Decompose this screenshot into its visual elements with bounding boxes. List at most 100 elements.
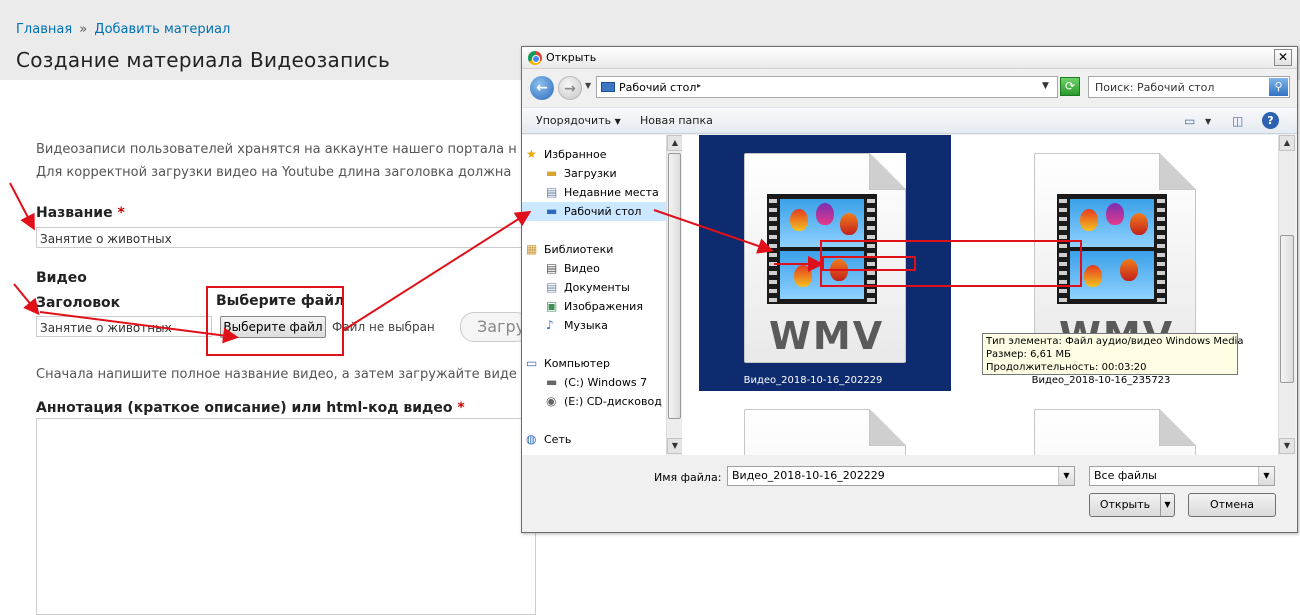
- video-label: Видео: [36, 270, 87, 286]
- dialog-titlebar[interactable]: Открыть ✕: [522, 47, 1297, 69]
- filename-value: Видео_2018-10-16_202229: [732, 469, 885, 482]
- nav-drive-c-label: (C:) Windows 7: [564, 376, 648, 389]
- breadcrumb-add-link[interactable]: Добавить материал: [94, 22, 230, 37]
- video-library-icon: ▤: [546, 261, 558, 275]
- file-type-select[interactable]: Все файлы ▼: [1089, 466, 1275, 486]
- required-mark: *: [117, 205, 125, 221]
- new-folder-button[interactable]: Новая папка: [640, 114, 713, 127]
- choose-file-button[interactable]: Выберите файл: [220, 316, 326, 338]
- open-button[interactable]: Открыть ▼: [1089, 493, 1175, 517]
- nav-music-label: Музыка: [564, 319, 608, 332]
- balloon-icon: [794, 265, 812, 287]
- view-icon[interactable]: ▭: [1184, 114, 1195, 128]
- organize-label: Упорядочить: [536, 114, 612, 127]
- file-type-value: Все файлы: [1094, 469, 1157, 482]
- nav-documents[interactable]: ▤ Документы: [522, 278, 668, 297]
- file-icon-partial[interactable]: [1034, 409, 1196, 455]
- nav-desktop-label: Рабочий стол: [564, 205, 642, 218]
- nav-scroll-up-icon[interactable]: ▲: [667, 135, 683, 151]
- nav-music[interactable]: ♪ Музыка: [522, 316, 668, 335]
- refresh-icon[interactable]: ⟳: [1060, 77, 1080, 96]
- film-frame: [1070, 199, 1154, 247]
- arrow-to-name: [9, 182, 35, 231]
- back-arrow-icon[interactable]: ←: [530, 76, 554, 100]
- address-row: ← → ▼ Рабочий стол ▸ ▼ ⟳ Поиск: Рабочий …: [522, 71, 1297, 103]
- file-icon-partial[interactable]: [744, 409, 906, 455]
- nav-video[interactable]: ▤ Видео: [522, 259, 668, 278]
- nav-recent[interactable]: ▤ Недавние места: [522, 183, 668, 202]
- history-dropdown-icon[interactable]: ▼: [585, 81, 591, 90]
- close-icon[interactable]: ✕: [1274, 49, 1292, 66]
- nav-favorites[interactable]: ★ Избранное: [522, 145, 668, 164]
- files-scroll-up-icon[interactable]: ▲: [1279, 135, 1295, 151]
- nav-network[interactable]: ◍ Сеть: [522, 430, 668, 449]
- nav-libraries[interactable]: ▦ Библиотеки: [522, 240, 668, 259]
- organize-dropdown-icon: ▼: [614, 117, 621, 126]
- preview-pane-icon[interactable]: ◫: [1232, 114, 1243, 128]
- nav-video-label: Видео: [564, 262, 600, 275]
- nav-scroll-down-icon[interactable]: ▼: [667, 438, 683, 454]
- cancel-button[interactable]: Отмена: [1188, 493, 1276, 517]
- nav-scrollbar[interactable]: ▲ ▼: [666, 135, 683, 455]
- chrome-icon: [528, 51, 542, 65]
- open-file-dialog: Открыть ✕ ← → ▼ Рабочий стол ▸ ▼ ⟳ Поиск…: [521, 46, 1298, 533]
- computer-icon: ▭: [526, 356, 538, 370]
- nav-recent-label: Недавние места: [564, 186, 659, 199]
- file-type-dropdown-icon[interactable]: ▼: [1258, 467, 1274, 485]
- drive-c-icon: ▬: [546, 375, 558, 389]
- files-scroll-thumb[interactable]: [1280, 235, 1294, 383]
- nav-documents-label: Документы: [564, 281, 630, 294]
- nav-computer[interactable]: ▭ Компьютер: [522, 354, 668, 373]
- view-dropdown-icon[interactable]: ▼: [1205, 117, 1211, 126]
- name-input[interactable]: Занятие о животных: [36, 227, 526, 248]
- nav-downloads[interactable]: ▬ Загрузки: [522, 164, 668, 183]
- star-icon: ★: [526, 147, 537, 161]
- filename-dropdown-icon[interactable]: ▼: [1058, 467, 1074, 485]
- nav-desktop[interactable]: ▬ Рабочий стол: [522, 202, 668, 221]
- arrow-to-heading: [13, 283, 40, 316]
- no-file-text: Файл не выбран: [332, 320, 435, 334]
- nav-libraries-label: Библиотеки: [544, 243, 614, 256]
- heading-input[interactable]: Занятие о животных: [36, 316, 212, 337]
- annotation-label-text: Аннотация (краткое описание) или html-ко…: [36, 400, 453, 416]
- nav-scroll-thumb[interactable]: [668, 153, 681, 419]
- breadcrumb-home-link[interactable]: Главная: [16, 22, 72, 37]
- address-chevron-icon[interactable]: ▸: [697, 81, 701, 90]
- organize-menu[interactable]: Упорядочить ▼: [536, 114, 621, 127]
- forward-arrow-icon[interactable]: →: [558, 76, 582, 100]
- nav-drive-c[interactable]: ▬ (C:) Windows 7: [522, 373, 668, 392]
- files-scroll-down-icon[interactable]: ▼: [1279, 438, 1295, 454]
- nav-network-label: Сеть: [544, 433, 572, 446]
- help-icon[interactable]: ?: [1262, 112, 1279, 129]
- images-icon: ▣: [546, 299, 558, 313]
- files-scrollbar[interactable]: ▲ ▼: [1278, 135, 1295, 455]
- desktop-icon: ▬: [546, 204, 558, 218]
- address-dropdown-icon[interactable]: ▼: [1042, 81, 1049, 91]
- wmv-label: WMV: [769, 314, 885, 358]
- open-button-label: Открыть: [1099, 498, 1151, 511]
- screen: Главная » Добавить материал Создание мат…: [0, 0, 1300, 615]
- files-pane: WMV Видео_2018-10-16_202229 Видео_2018-1…: [682, 135, 1278, 455]
- nav-drive-e[interactable]: ◉ (E:) CD-дисковод: [522, 392, 668, 411]
- cd-drive-icon: ◉: [546, 394, 557, 408]
- dialog-toolbar: Упорядочить ▼ Новая папка ▭ ▼ ◫ ?: [522, 107, 1297, 134]
- balloon-icon: [790, 209, 808, 231]
- libraries-icon: ▦: [526, 242, 538, 256]
- filename-input[interactable]: Видео_2018-10-16_202229 ▼: [727, 466, 1075, 486]
- address-bar[interactable]: Рабочий стол ▸ ▼: [596, 76, 1058, 98]
- annotation-label: Аннотация (краткое описание) или html-ко…: [36, 400, 465, 416]
- search-icon[interactable]: ⚲: [1269, 78, 1288, 96]
- nav-images[interactable]: ▣ Изображения: [522, 297, 668, 316]
- annotation-textarea[interactable]: [36, 418, 536, 615]
- heading-label: Заголовок: [36, 295, 121, 311]
- address-text: Рабочий стол: [619, 81, 697, 94]
- highlight-tooltip: [820, 240, 1082, 287]
- open-split-dropdown-icon[interactable]: ▼: [1160, 494, 1174, 516]
- navigation-pane: ★ Избранное ▬ Загрузки ▤ Недавние места ▬ Ра…: [522, 135, 683, 455]
- balloon-icon: [840, 213, 858, 235]
- upload-button[interactable]: Загруз: [460, 312, 530, 342]
- balloon-icon: [1084, 265, 1102, 287]
- nav-drive-e-label: (E:) CD-дисковод: [564, 395, 662, 408]
- search-input[interactable]: Поиск: Рабочий стол ⚲: [1088, 76, 1290, 98]
- file-tooltip: Тип элемента: Файл аудио/видео Windows M…: [982, 333, 1243, 375]
